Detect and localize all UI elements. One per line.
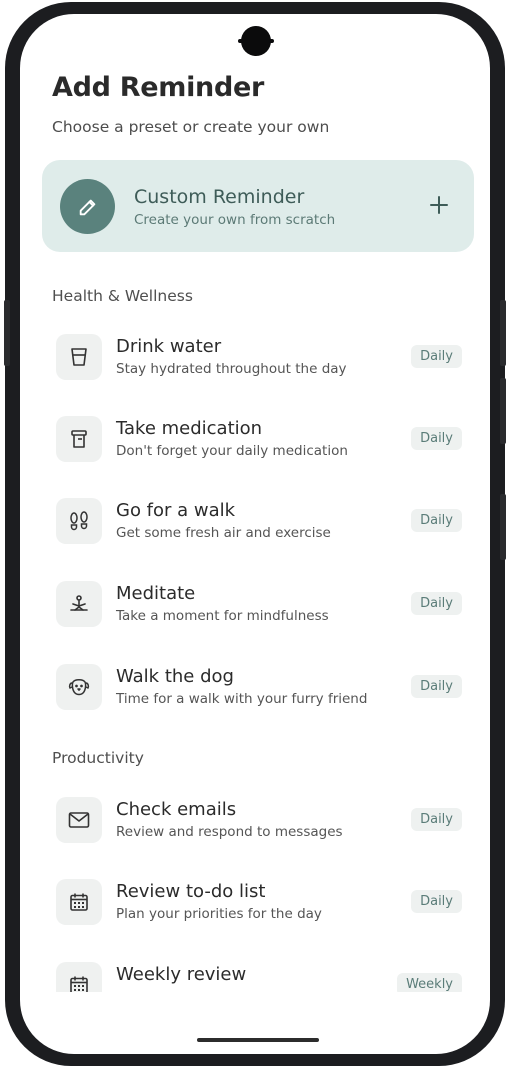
item-title: Check emails bbox=[116, 799, 237, 820]
item-subtitle: Stay hydrated throughout the day bbox=[116, 361, 347, 377]
volume-up-button bbox=[500, 300, 506, 366]
custom-reminder-title: Custom Reminder bbox=[134, 186, 305, 208]
frequency-badge: Daily bbox=[411, 592, 462, 615]
item-title: Drink water bbox=[116, 336, 222, 357]
item-subtitle: Take a moment for mindfulness bbox=[116, 608, 329, 624]
meditation-icon bbox=[56, 581, 102, 627]
phone-frame: Add Reminder Choose a preset or create y… bbox=[4, 2, 506, 1066]
side-button bbox=[4, 300, 10, 366]
plus-icon[interactable] bbox=[429, 195, 449, 215]
item-subtitle: Review and respond to messages bbox=[116, 824, 343, 840]
item-subtitle: Get some fresh air and exercise bbox=[116, 525, 331, 541]
pencil-icon bbox=[60, 179, 115, 234]
home-indicator[interactable] bbox=[197, 1038, 319, 1042]
page-subtitle: Choose a preset or create your own bbox=[52, 118, 330, 136]
calendar-icon bbox=[56, 879, 102, 925]
custom-reminder-card[interactable]: Custom Reminder Create your own from scr… bbox=[42, 160, 474, 252]
list-item[interactable]: Check emails Review and respond to messa… bbox=[52, 797, 462, 857]
pill-bottle-icon bbox=[56, 416, 102, 462]
frequency-badge: Daily bbox=[411, 427, 462, 450]
screen: Add Reminder Choose a preset or create y… bbox=[20, 14, 490, 1054]
list-item[interactable]: Drink water Stay hydrated throughout the… bbox=[52, 334, 462, 394]
item-title: Take medication bbox=[116, 418, 263, 439]
frequency-badge: Daily bbox=[411, 509, 462, 532]
list-item[interactable]: Weekly review Weekly bbox=[52, 962, 462, 992]
volume-down-button bbox=[500, 378, 506, 444]
dog-icon bbox=[56, 664, 102, 710]
item-subtitle: Time for a walk with your furry friend bbox=[116, 691, 368, 707]
section-header-productivity: Productivity bbox=[52, 749, 144, 767]
page-title: Add Reminder bbox=[52, 72, 265, 103]
reminder-list-scroll[interactable]: Add Reminder Choose a preset or create y… bbox=[20, 14, 490, 992]
frequency-badge: Daily bbox=[411, 345, 462, 368]
section-header-health: Health & Wellness bbox=[52, 287, 193, 305]
list-item[interactable]: Review to-do list Plan your priorities f… bbox=[52, 879, 462, 939]
item-subtitle: Plan your priorities for the day bbox=[116, 906, 322, 922]
custom-reminder-subtitle: Create your own from scratch bbox=[134, 212, 336, 228]
envelope-icon bbox=[56, 797, 102, 843]
power-button bbox=[500, 494, 506, 560]
item-subtitle: Don't forget your daily medication bbox=[116, 443, 348, 459]
frequency-badge: Daily bbox=[411, 890, 462, 913]
frequency-badge: Weekly bbox=[397, 973, 462, 992]
glass-icon bbox=[56, 334, 102, 380]
list-item[interactable]: Go for a walk Get some fresh air and exe… bbox=[52, 498, 462, 558]
list-item[interactable]: Take medication Don't forget your daily … bbox=[52, 416, 462, 476]
frequency-badge: Daily bbox=[411, 808, 462, 831]
list-item[interactable]: Walk the dog Time for a walk with your f… bbox=[52, 664, 462, 724]
camera-cutout bbox=[238, 26, 274, 56]
item-title: Meditate bbox=[116, 583, 196, 604]
footprints-icon bbox=[56, 498, 102, 544]
item-title: Walk the dog bbox=[116, 666, 234, 687]
calendar-icon bbox=[56, 962, 102, 992]
item-title: Review to-do list bbox=[116, 881, 266, 902]
item-title: Go for a walk bbox=[116, 500, 236, 521]
list-item[interactable]: Meditate Take a moment for mindfulness D… bbox=[52, 581, 462, 641]
frequency-badge: Daily bbox=[411, 675, 462, 698]
item-title: Weekly review bbox=[116, 964, 247, 985]
